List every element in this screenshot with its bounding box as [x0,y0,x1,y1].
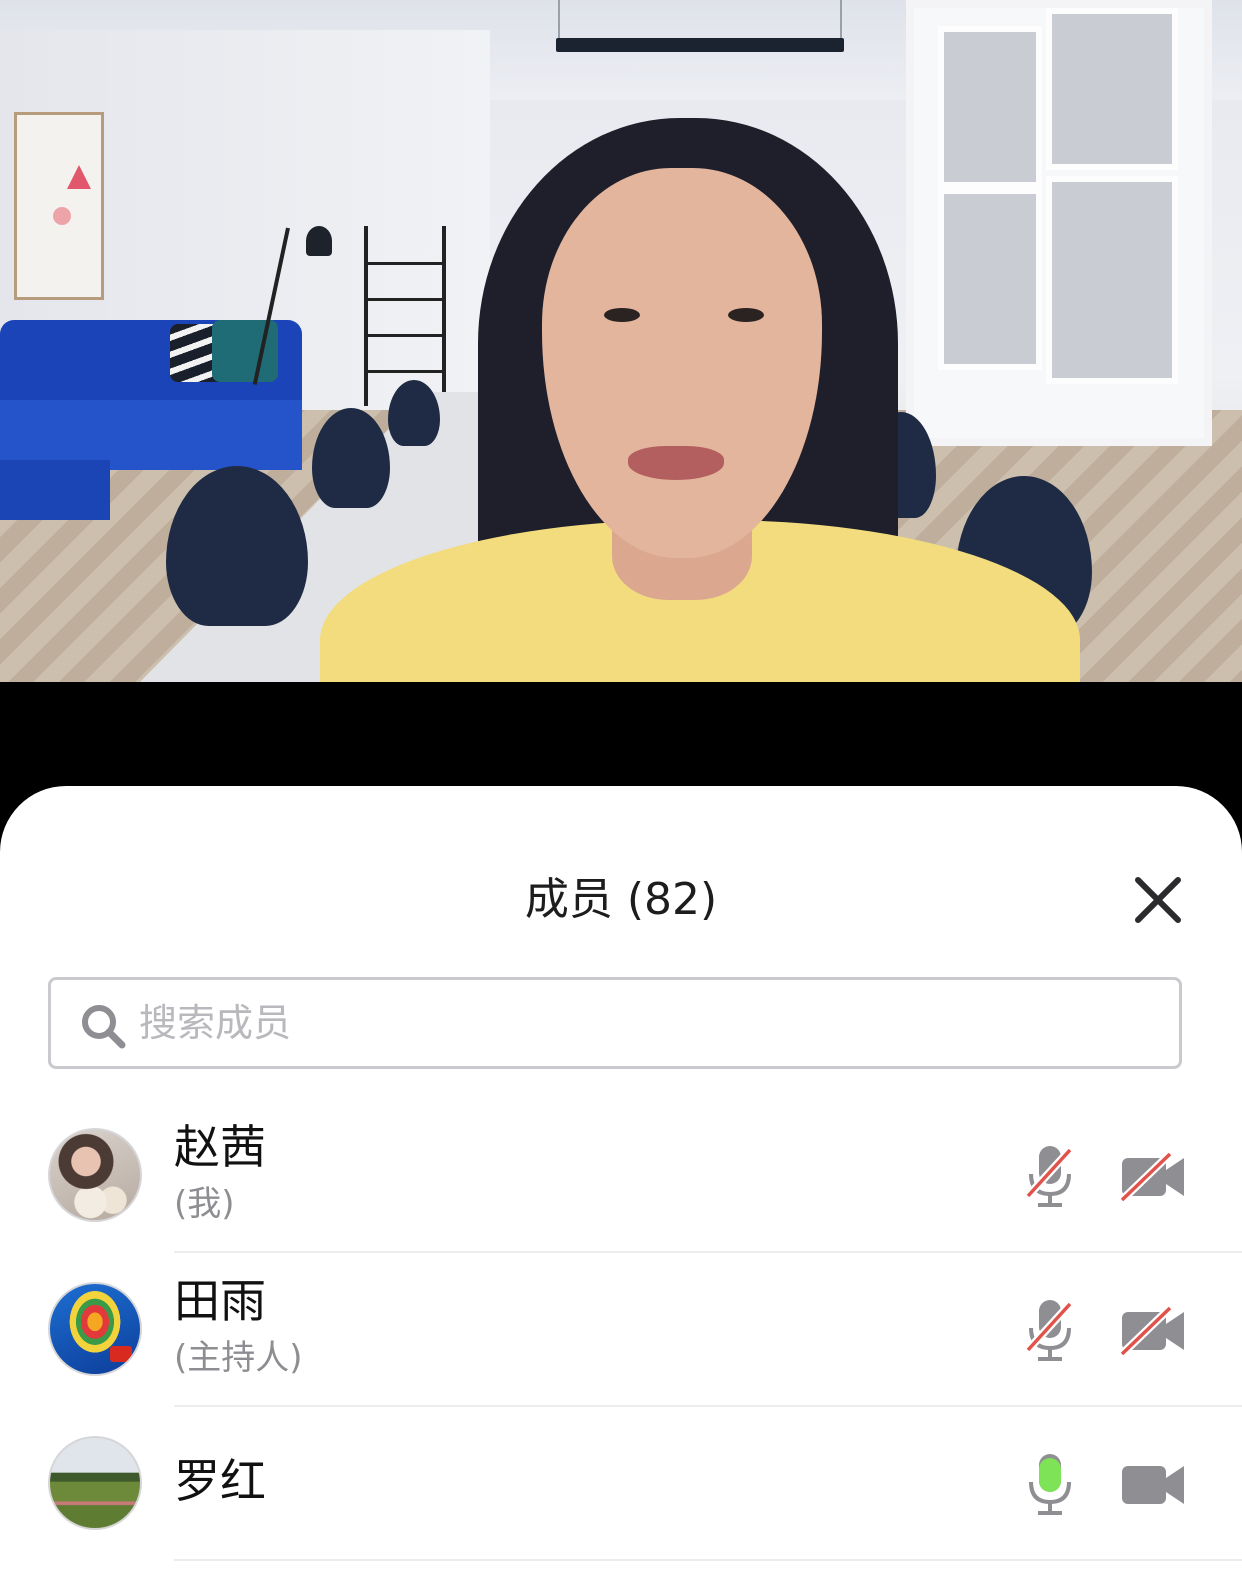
video-light-wire [558,0,560,40]
video-window [906,0,1212,446]
member-row[interactable]: 罗红 [0,1406,1242,1561]
video-wall-art [14,112,104,300]
speaker-mouth [628,446,724,480]
search-input[interactable] [139,980,1139,1066]
member-role: (我) [174,1184,235,1224]
video-ceiling-light [556,38,844,52]
video-light-wire [840,0,842,40]
members-panel-title: 成员 (82) [524,874,718,925]
close-button[interactable] [1126,868,1190,932]
search-box[interactable] [48,977,1182,1069]
hot-air-balloon-avatar [48,1282,142,1376]
mic-active-icon[interactable] [1022,1452,1078,1516]
row-divider [174,1559,1242,1561]
camera-off-icon[interactable] [1120,1152,1186,1202]
speaker-eye [728,308,764,322]
search-icon [82,1005,126,1049]
speaker-video[interactable] [0,0,1242,682]
mic-muted-icon[interactable] [1022,1298,1078,1362]
member-row[interactable]: 田雨 (主持人) [0,1252,1242,1407]
member-row[interactable]: 赵茜 (我) [0,1098,1242,1253]
member-name: 赵茜 [174,1120,266,1174]
member-role: (主持人) [174,1338,303,1378]
mic-muted-icon[interactable] [1022,1144,1078,1208]
speaker-eye [604,308,640,322]
field-landscape-avatar [48,1436,142,1530]
video-ladder-shelf [364,226,446,406]
member-name: 田雨 [174,1274,266,1328]
close-icon [1135,877,1181,923]
photo-avatar [48,1128,142,1222]
member-name: 罗红 [174,1454,266,1508]
camera-off-icon[interactable] [1120,1306,1186,1356]
video-lamp-head [306,226,332,256]
camera-on-icon[interactable] [1120,1460,1186,1510]
